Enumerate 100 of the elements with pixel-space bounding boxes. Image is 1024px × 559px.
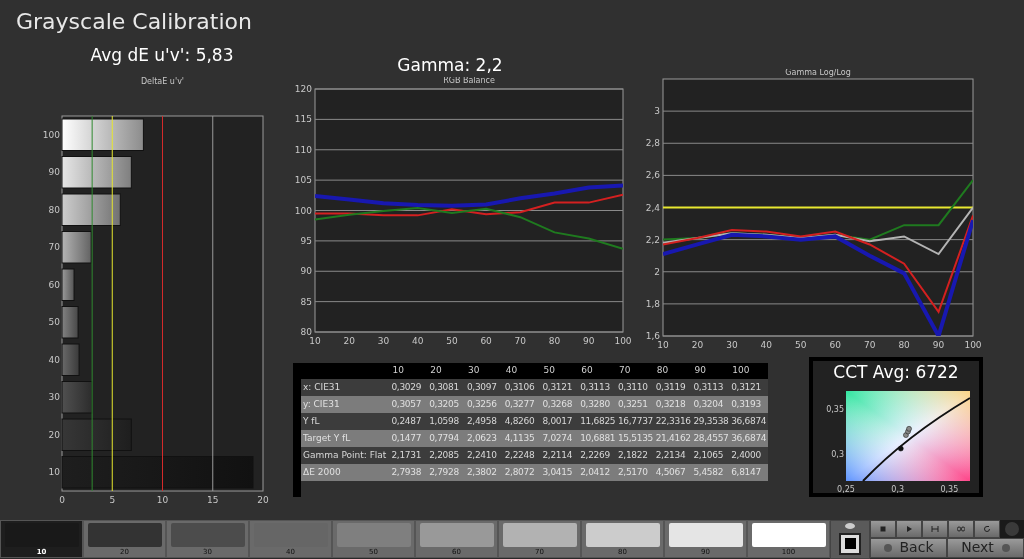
column-header: 70 — [618, 364, 632, 378]
table-cell-text: 2,2269 — [579, 448, 611, 462]
tick-label: 2,2 — [645, 234, 660, 245]
table-cell-text: 0,1477 — [390, 431, 423, 445]
table-cell-text: 0,3097 — [465, 380, 498, 394]
tick-label: 2,8 — [645, 138, 660, 149]
column-header: 20 — [429, 364, 443, 378]
tick-label: 0,35 — [940, 484, 959, 493]
tick-label: 60 — [829, 339, 841, 350]
tick-label: 40 — [411, 335, 424, 346]
row-label: y: CIE31 — [302, 397, 341, 411]
tick-label: 90 — [932, 339, 945, 350]
tick-label: 50 — [795, 339, 807, 350]
tick-label: 100 — [42, 129, 60, 140]
table-cell-text: 0,3121 — [730, 380, 762, 394]
table-cell-text: 22,3316 — [654, 414, 692, 428]
tick-label: 60 — [480, 335, 492, 346]
table-cell-text: 36,6874 — [730, 431, 768, 445]
chart-title: DeltaE u'v' — [140, 76, 185, 86]
table-cell-text: 0,3113 — [692, 380, 725, 394]
tick-label: 2 — [654, 266, 660, 277]
tick-label: 0 — [59, 494, 65, 505]
table-cell-text: 0,3204 — [692, 397, 725, 411]
table-cell-text: 0,3081 — [428, 380, 460, 394]
table-cell-text: 36,6874 — [730, 414, 768, 428]
cct-heading: CCT Avg: 6722 — [833, 360, 959, 383]
table-cell-text: 0,3119 — [654, 380, 687, 394]
table-cell-text: 2,4958 — [465, 414, 498, 428]
tick-label: 105 — [294, 175, 312, 186]
tick-label: 60 — [48, 279, 60, 290]
table-cell-text: 29,3538 — [692, 414, 730, 428]
tick-label: 100 — [294, 205, 312, 216]
table-cell-text: 0,7794 — [428, 431, 460, 445]
table-cell-text: 2,1065 — [692, 448, 725, 462]
column-header: 40 — [504, 364, 519, 378]
column-header: 60 — [580, 364, 594, 378]
table-cell-text: 0,3268 — [541, 397, 574, 411]
row-label: Gamma Point: Flat — [302, 448, 388, 462]
tick-label: 30 — [377, 335, 390, 346]
tick-label: 110 — [294, 144, 312, 155]
row-label: Target Y fL — [302, 431, 352, 445]
tick-label: 40 — [48, 354, 60, 365]
table-cell-text: 5,4582 — [692, 465, 725, 479]
tick-label: 20 — [691, 339, 704, 350]
table-cell-text: 0,3110 — [616, 380, 649, 394]
tick-label: 100 — [964, 339, 982, 350]
chart-title: RGB Balance — [443, 76, 495, 85]
tick-label: 10 — [657, 339, 669, 350]
table-cell-text: 10,6881 — [579, 431, 617, 445]
table-cell-text: 11,6825 — [579, 414, 617, 428]
table-cell-text: 2,8072 — [503, 465, 536, 479]
chart-heading: Gamma: 2,2 — [397, 53, 503, 77]
chart-heading: Avg dE u'v': 5,83 — [90, 44, 234, 68]
tick-label: 1,8 — [645, 298, 660, 309]
column-header: 10 — [391, 364, 405, 378]
table-cell-text: 0,3280 — [579, 397, 611, 411]
table-cell-text: 0,3029 — [390, 380, 423, 394]
table-cell-text: 16,7737 — [616, 414, 655, 428]
tick-label: 85 — [300, 296, 312, 307]
page-title: Grayscale Calibration — [16, 7, 252, 36]
tick-label: 90 — [48, 167, 60, 178]
tick-label: 10 — [309, 335, 321, 346]
table-cell-text: 4,1135 — [503, 431, 536, 445]
table-cell-text: 2,0623 — [465, 431, 498, 445]
table-cell-text: 2,1731 — [390, 448, 423, 462]
tick-label: 80 — [898, 339, 910, 350]
column-header: 80 — [655, 364, 670, 378]
table-cell-text: 2,2134 — [654, 448, 687, 462]
table-cell-text: 0,3121 — [541, 380, 574, 394]
table-cell-text: 2,7938 — [390, 465, 423, 479]
table-cell-text: 0,3113 — [579, 380, 611, 394]
table-cell-text: 2,0412 — [579, 465, 611, 479]
tick-label: 100 — [614, 335, 632, 346]
table-cell-text: 0,3205 — [428, 397, 460, 411]
tick-label: 80 — [300, 326, 312, 337]
tick-label: 0,3 — [891, 484, 905, 493]
tick-label: 120 — [294, 83, 312, 94]
table-cell-text: 3,0415 — [541, 465, 574, 479]
tick-label: 3 — [654, 106, 660, 117]
tick-label: 50 — [446, 335, 458, 346]
table-cell-text: 28,4557 — [692, 431, 730, 445]
tick-label: 80 — [48, 204, 60, 215]
column-header: 50 — [542, 364, 556, 378]
table-cell-text: 2,2410 — [465, 448, 498, 462]
table-cell-text: 0,3277 — [503, 397, 536, 411]
table-cell-text: 2,2114 — [541, 448, 574, 462]
table-cell-text: 2,5170 — [616, 465, 649, 479]
table-cell-text: 0,3193 — [730, 397, 762, 411]
tick-label: 20 — [257, 494, 269, 505]
table-cell-text: 2,3802 — [465, 465, 498, 479]
tick-label: 10 — [48, 467, 60, 478]
tick-label: 1,6 — [645, 330, 660, 341]
tick-label: 95 — [300, 235, 312, 246]
table-cell-text: 7,0274 — [541, 431, 574, 445]
table-cell-text: 2,2248 — [503, 448, 536, 462]
table-cell-text: 0,3256 — [465, 397, 498, 411]
column-header: 90 — [693, 364, 707, 378]
tick-label: 10 — [156, 494, 169, 505]
table-cell-text: 4,8260 — [503, 414, 536, 428]
tick-label: 40 — [760, 339, 773, 350]
